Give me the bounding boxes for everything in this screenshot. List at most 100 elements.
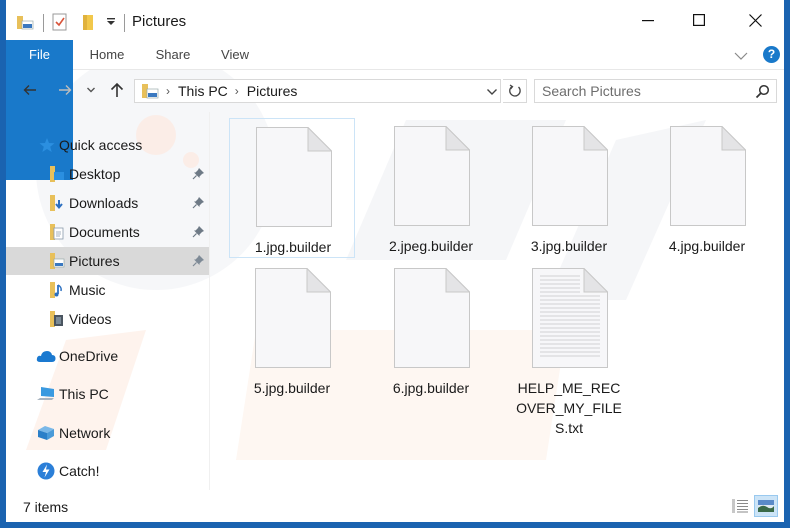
sidebar-item-label: Desktop [69, 166, 121, 182]
address-history-dropdown-icon[interactable] [486, 83, 498, 101]
pictures-folder-icon [141, 83, 159, 99]
maximize-icon [693, 14, 705, 26]
file-name: 6.jpg.builder [392, 380, 470, 396]
file-item[interactable]: 3.jpg.builder [506, 118, 632, 258]
breadcrumb-this-pc[interactable]: This PC [178, 83, 228, 99]
sidebar-item-this-pc[interactable]: This PC [6, 380, 209, 408]
ribbon-tabs: File Home Share View ? [6, 40, 784, 180]
tab-share[interactable]: Share [146, 40, 200, 70]
close-button[interactable] [732, 4, 778, 36]
address-bar[interactable]: › This PC › Pictures [134, 79, 501, 103]
explorer-icon[interactable] [16, 13, 34, 31]
videos-folder-icon [48, 310, 66, 328]
tab-home[interactable]: Home [79, 40, 135, 70]
pictures-folder-icon [48, 252, 66, 270]
status-bar: 7 items [6, 490, 784, 522]
up-arrow-icon [110, 82, 124, 97]
file-name: 3.jpg.builder [530, 238, 608, 254]
breadcrumb-separator-icon[interactable]: › [166, 84, 170, 98]
blank-file-icon [394, 126, 470, 226]
new-folder-icon[interactable] [82, 13, 94, 31]
pin-icon[interactable] [192, 225, 205, 241]
file-item[interactable]: 2.jpeg.builder [368, 118, 494, 258]
sidebar-item-network[interactable]: Network [6, 419, 209, 447]
file-name: 2.jpeg.builder [388, 238, 474, 254]
title-bar: Pictures [6, 0, 784, 40]
file-name: 5.jpg.builder [253, 380, 331, 396]
search-box[interactable] [534, 79, 777, 103]
file-item[interactable]: 1.jpg.builder [229, 118, 355, 258]
file-explorer-window: Pictures File Home Share View ? › This P… [6, 0, 784, 522]
back-button[interactable] [19, 79, 41, 101]
refresh-button[interactable] [503, 79, 527, 103]
sidebar-item-downloads[interactable]: Downloads [6, 189, 209, 217]
file-name: 4.jpg.builder [668, 238, 746, 254]
file-item[interactable]: HELP_ME_RECOVER_MY_FILES.txt [506, 260, 632, 436]
file-name: 1.jpg.builder [254, 239, 332, 255]
catch-app-icon [35, 462, 56, 480]
sidebar-item-catch[interactable]: Catch! [6, 457, 209, 485]
sidebar-item-label: Network [59, 425, 111, 441]
sidebar-item-label: Music [69, 282, 106, 298]
sidebar-item-music[interactable]: Music [6, 276, 209, 304]
sidebar-item-label: Videos [69, 311, 112, 327]
sidebar-item-label: OneDrive [59, 348, 119, 364]
blank-file-icon [256, 127, 332, 227]
maximize-button[interactable] [676, 4, 722, 36]
breadcrumb-separator-icon[interactable]: › [235, 84, 239, 98]
pin-icon[interactable] [192, 167, 205, 183]
text-file-icon [532, 268, 608, 368]
forward-arrow-icon [59, 85, 72, 95]
blank-file-icon [532, 126, 608, 226]
breadcrumb-pictures[interactable]: Pictures [247, 83, 298, 99]
search-icon[interactable] [755, 84, 770, 104]
sidebar-divider [209, 112, 210, 490]
large-icons-view-button[interactable] [754, 495, 778, 517]
sidebar-item-label: Quick access [59, 137, 143, 153]
toolbar-separator [124, 14, 125, 32]
sidebar-item-videos[interactable]: Videos [6, 305, 209, 333]
search-input[interactable] [535, 80, 745, 102]
sidebar-item-documents[interactable]: Documents [6, 218, 209, 246]
properties-icon[interactable] [52, 13, 68, 31]
pin-icon[interactable] [192, 196, 205, 212]
tab-view[interactable]: View [210, 40, 260, 70]
close-icon [748, 13, 762, 27]
sidebar-item-onedrive[interactable]: OneDrive [6, 342, 209, 370]
window-title: Pictures [132, 13, 187, 30]
computer-icon [35, 385, 56, 403]
file-item[interactable]: 6.jpg.builder [368, 260, 494, 400]
up-button[interactable] [106, 79, 128, 101]
help-button[interactable]: ? [763, 46, 780, 63]
blank-file-icon [394, 268, 470, 368]
chevron-down-icon [87, 87, 95, 93]
sidebar-item-quick-access[interactable]: Quick access [6, 131, 209, 159]
recent-locations-button[interactable] [83, 79, 99, 101]
sidebar-item-label: Catch! [59, 463, 100, 479]
customize-dropdown-icon[interactable] [106, 13, 116, 31]
blank-file-icon [255, 268, 331, 368]
minimize-icon [642, 20, 654, 22]
onedrive-cloud-icon [35, 347, 56, 365]
sidebar-item-label: Documents [69, 224, 140, 240]
file-item[interactable]: 5.jpg.builder [229, 260, 355, 400]
sidebar-item-label: This PC [59, 386, 109, 402]
file-list: 1.jpg.builder 2.jpeg.builder 3.jpg.build… [216, 112, 784, 490]
file-item[interactable]: 4.jpg.builder [644, 118, 770, 258]
forward-button[interactable] [54, 79, 76, 101]
expand-ribbon-chevron-icon[interactable] [734, 48, 748, 66]
item-count: 7 items [23, 499, 69, 515]
navigation-pane: Quick access Desktop Downloads Documents… [6, 120, 209, 490]
sidebar-item-pictures[interactable]: Pictures [6, 247, 209, 275]
sidebar-item-desktop[interactable]: Desktop [6, 160, 209, 188]
documents-folder-icon [48, 223, 66, 241]
refresh-icon [508, 84, 521, 97]
pin-icon[interactable] [192, 254, 205, 270]
details-view-button[interactable] [728, 495, 752, 517]
minimize-button[interactable] [625, 4, 671, 36]
sidebar-item-label: Pictures [69, 253, 120, 269]
sidebar-item-label: Downloads [69, 195, 139, 211]
star-icon [38, 136, 56, 154]
music-folder-icon [48, 281, 66, 299]
blank-file-icon [670, 126, 746, 226]
